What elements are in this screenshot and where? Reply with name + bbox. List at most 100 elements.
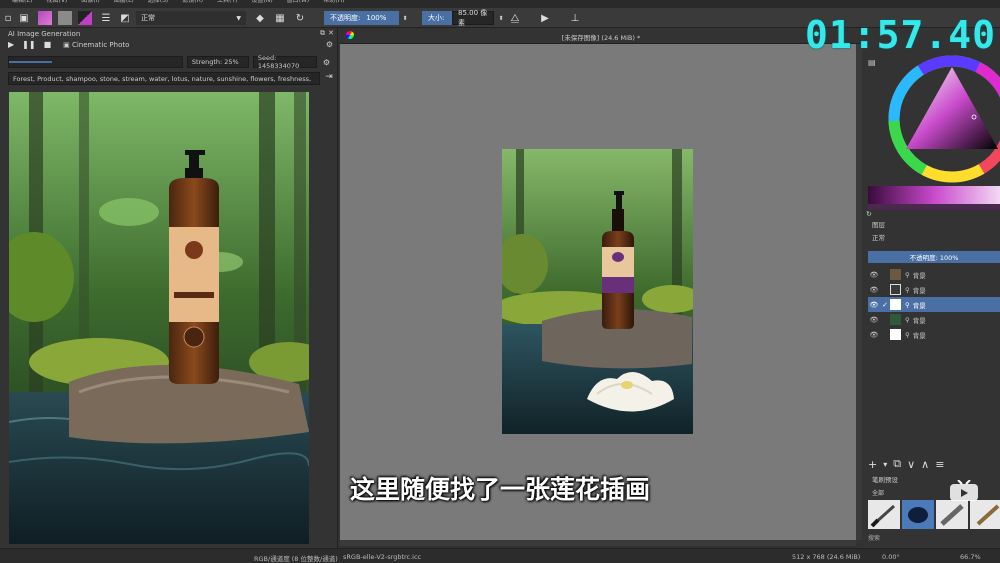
visibility-icon[interactable]: 👁	[868, 271, 880, 279]
refresh-icon[interactable]: ↻	[866, 210, 872, 218]
opacity-value: 100%	[366, 14, 387, 22]
prompt-input[interactable]: Forest, Product, shampoo, stone, stream,…	[8, 72, 320, 85]
document-title: [未保存图像] (24.6 MiB) *	[340, 32, 862, 42]
settings-gear-icon[interactable]: ⚙	[326, 40, 333, 49]
layer-row-active[interactable]: 👁 ✓ ⚲ 背景	[868, 297, 1000, 312]
layer-row[interactable]: 👁 ⚲ 背景	[868, 312, 1000, 327]
visibility-icon[interactable]: 👁	[868, 316, 880, 324]
document-tab[interactable]: [未保存图像] (24.6 MiB) *	[340, 28, 862, 44]
apply-icon[interactable]: ⇥	[323, 72, 335, 85]
move-down-icon[interactable]: ∨	[907, 458, 915, 471]
menu-item[interactable]: 视图(V)	[46, 0, 67, 8]
strength-seed-row: Strength: 25% Seed: 1458334070 ⚙	[8, 54, 330, 70]
color-wheel-selector[interactable]	[886, 53, 1000, 188]
stepper-icon[interactable]: ⬍	[497, 11, 505, 25]
layer-row[interactable]: 👁 ⚲ 背景	[868, 267, 1000, 282]
timer-overlay: 01:57.40	[805, 13, 997, 57]
menu-item[interactable]: 编辑(E)	[12, 0, 32, 8]
duplicate-layer-icon[interactable]: ⧉	[893, 457, 901, 471]
brush-search-input[interactable]: 搜索	[868, 533, 1000, 543]
generation-controls: ▶ ❚❚ ■ ▣ Cinematic Photo	[8, 40, 129, 49]
menu-item[interactable]: 帮助(H)	[323, 0, 344, 8]
layer-thumbnail	[890, 284, 901, 295]
layer-thumbnail	[890, 329, 901, 340]
opacity-slider[interactable]: 不透明度: 100%	[324, 11, 399, 25]
color-history[interactable]	[868, 204, 1000, 210]
menu-item[interactable]: 选择(S)	[148, 0, 169, 8]
menu-bar: 编辑(E) 视图(V) 图像(I) 图层(L) 选择(S) 滤镜(R) 工具(T…	[0, 0, 1000, 8]
layer-thumbnail	[890, 269, 901, 280]
mirror-vertical-icon[interactable]: ▶	[538, 11, 552, 25]
visibility-icon[interactable]: 👁	[868, 286, 880, 294]
layers-docker-title: 图层	[872, 221, 885, 229]
check-icon[interactable]: ✓	[880, 301, 890, 309]
document-size: (24.6 MiB) *	[601, 34, 641, 42]
play-icon[interactable]: ▶	[8, 40, 14, 49]
save-icon[interactable]: ▣	[18, 11, 30, 25]
dropdown-icon[interactable]: ▾	[883, 460, 887, 469]
blend-mode-value: 正常	[141, 14, 155, 22]
menu-item[interactable]: 设置(N)	[251, 0, 272, 8]
color-space-status: RGB/通道度 (8 位整数/通道)	[254, 555, 338, 563]
layer-thumbnail	[890, 299, 901, 310]
tv-logo-icon	[950, 480, 978, 501]
brush-settings-icon[interactable]: ☰	[100, 11, 112, 25]
pattern-swatch[interactable]	[58, 11, 72, 25]
eraser-icon[interactable]: ◆	[254, 11, 266, 25]
style-value: Cinematic Photo	[71, 40, 130, 49]
preserve-alpha-icon[interactable]: ▦	[274, 11, 286, 25]
color-slider[interactable]	[868, 186, 1000, 204]
chevron-down-icon: ▼	[236, 14, 241, 22]
color-swatch[interactable]	[78, 11, 92, 25]
visibility-icon[interactable]: 👁	[868, 301, 880, 309]
add-layer-icon[interactable]: +	[868, 458, 877, 471]
strength-field[interactable]: Strength: 25%	[186, 56, 249, 68]
size-field[interactable]: 85.00 像素	[452, 9, 494, 27]
document-canvas[interactable]	[502, 149, 693, 434]
palette-icon[interactable]: ▤	[868, 58, 876, 67]
gradient-swatch[interactable]	[38, 11, 52, 25]
menu-item[interactable]: 图像(I)	[81, 0, 99, 8]
menu-item[interactable]: 工具(T)	[217, 0, 237, 8]
layer-row[interactable]: 👁 ⚲ 背景	[868, 282, 1000, 297]
visibility-icon[interactable]: 👁	[868, 331, 880, 339]
float-icon[interactable]: ⧉	[320, 29, 325, 38]
menu-item[interactable]: 窗口(W)	[287, 0, 310, 8]
status-bar: RGB/通道度 (8 位整数/通道) sRGB-elle-V2-srgbtrc.…	[0, 548, 1000, 563]
blend-mode-select[interactable]: 正常 ▼	[136, 11, 246, 25]
layer-link-icon: ⚲	[905, 285, 910, 294]
mirror-horizontal-icon[interactable]: ⧋	[508, 11, 522, 25]
layer-name: 背景	[912, 316, 926, 325]
zoom-status[interactable]: 66.7%	[960, 553, 981, 561]
layer-name: 背景	[912, 271, 926, 280]
layer-opacity-slider[interactable]: 不透明度: 100%	[868, 251, 1000, 263]
document-name: [未保存图像]	[561, 34, 600, 42]
seed-field[interactable]: Seed: 1458334070	[252, 54, 317, 70]
layer-thumbnail	[890, 314, 901, 325]
layer-row[interactable]: 👁 ⚲ 背景	[868, 327, 1000, 342]
wrap-around-icon[interactable]: ⊥	[568, 11, 582, 25]
layer-properties-icon[interactable]: ≡	[935, 458, 944, 471]
style-select[interactable]: ▣ Cinematic Photo	[63, 41, 129, 49]
menu-item[interactable]: 滤镜(R)	[182, 0, 203, 8]
move-up-icon[interactable]: ∧	[921, 458, 929, 471]
stepper-icon[interactable]: ⬍	[401, 11, 409, 25]
close-icon[interactable]: ✕	[328, 29, 334, 37]
layer-name: 背景	[912, 331, 926, 340]
size-label: 大小:	[422, 11, 452, 25]
stop-icon[interactable]: ■	[44, 40, 52, 49]
horizontal-scrollbar[interactable]	[340, 540, 856, 546]
strength-slider[interactable]	[8, 56, 183, 68]
docker-title: AI Image Generation	[8, 30, 81, 38]
reload-icon[interactable]: ↻	[294, 11, 306, 25]
menu-item[interactable]: 图层(L)	[114, 0, 134, 8]
layer-link-icon: ⚲	[905, 330, 910, 339]
layer-blend-mode[interactable]: 正常	[866, 232, 1000, 244]
subtitle-caption: 这里随便找了一张莲花插画	[349, 475, 650, 504]
brush-preset-icon[interactable]: ◩	[118, 11, 132, 25]
new-document-icon[interactable]: ▫	[2, 11, 14, 25]
krita-window: 编辑(E) 视图(V) 图像(I) 图层(L) 选择(S) 滤镜(R) 工具(T…	[0, 0, 1000, 563]
seed-settings-icon[interactable]: ⚙	[323, 58, 330, 67]
pause-icon[interactable]: ❚❚	[22, 40, 35, 49]
rotation-status[interactable]: 0.00°	[882, 553, 900, 561]
